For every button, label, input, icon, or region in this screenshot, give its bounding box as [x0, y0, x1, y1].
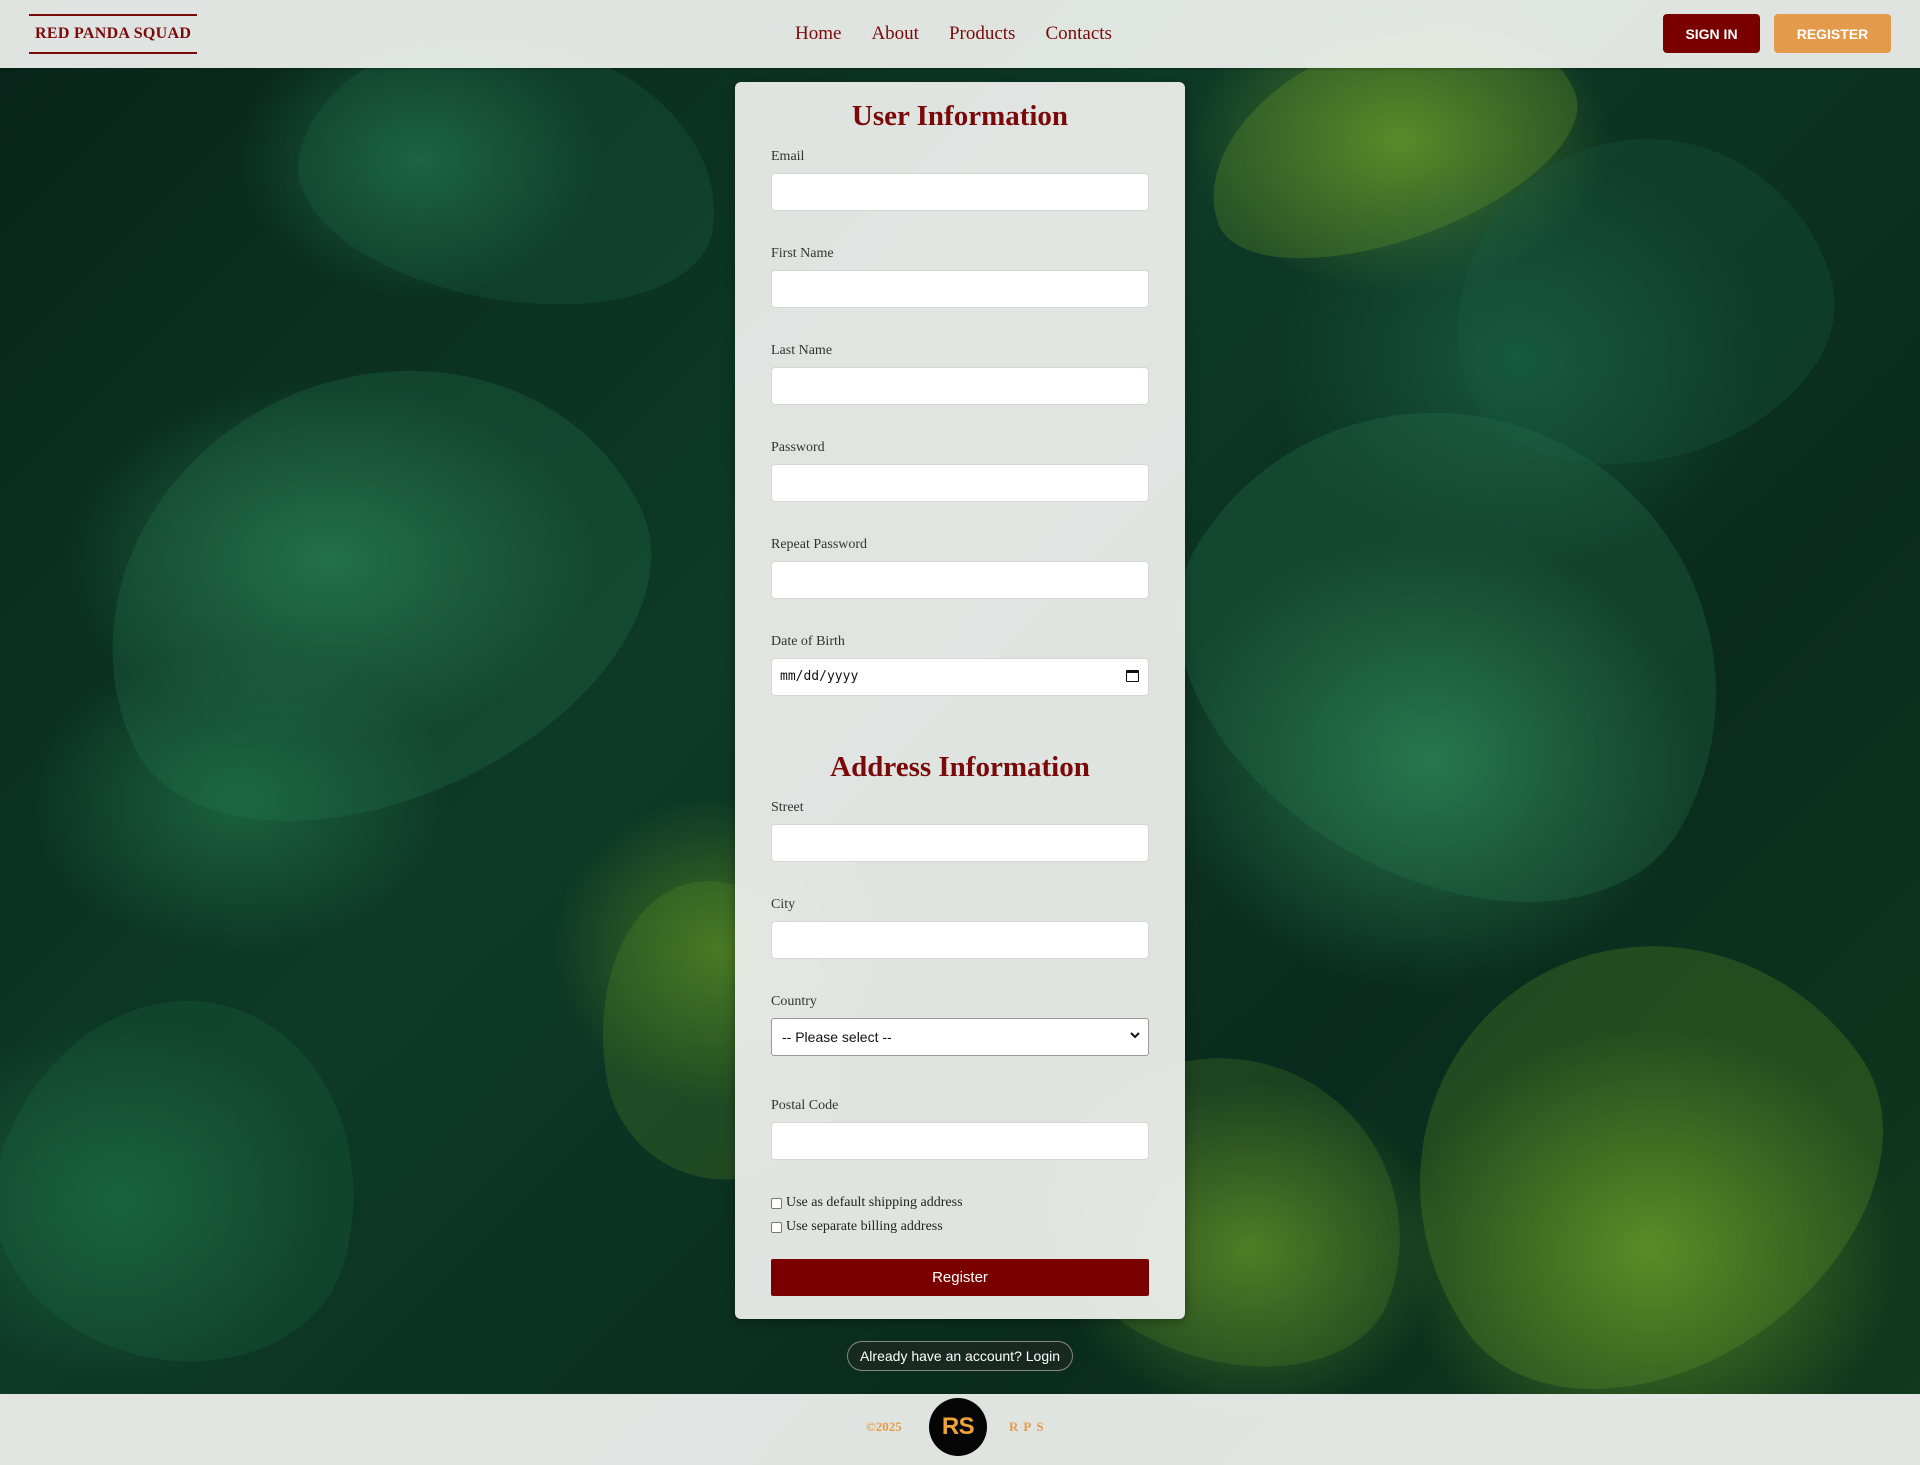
register-submit-button[interactable]: Register [771, 1259, 1149, 1296]
registration-form-card: User Information Email First Name Last N… [735, 82, 1185, 1319]
repeat-password-field[interactable] [771, 561, 1149, 599]
nav-home-link[interactable]: Home [795, 20, 841, 48]
sign-in-button[interactable]: SIGN IN [1663, 14, 1760, 53]
user-information-heading: User Information [851, 100, 1069, 132]
main-nav: Home About Products Contacts [780, 20, 1127, 48]
country-select[interactable]: -- Please select -- [771, 1018, 1149, 1056]
top-navbar: RED PANDA SQUAD Home About Products Cont… [0, 0, 1920, 68]
email-field[interactable] [771, 173, 1149, 211]
country-label: Country [771, 994, 817, 1009]
separate-billing-option[interactable]: Use separate billing address [771, 1219, 943, 1235]
city-field[interactable] [771, 921, 1149, 959]
date-of-birth-field[interactable]: mm/dd/yyyy [771, 658, 1149, 696]
footer: ©2025 RS RPS [0, 1394, 1920, 1465]
footer-tagline: RPS [1009, 1419, 1049, 1434]
nav-contacts-link[interactable]: Contacts [1045, 20, 1112, 48]
date-of-birth-label: Date of Birth [771, 634, 845, 649]
postal-code-label: Postal Code [771, 1098, 839, 1113]
last-name-field[interactable] [771, 367, 1149, 405]
nav-about-link[interactable]: About [871, 20, 919, 48]
email-label: Email [771, 149, 805, 164]
city-label: City [771, 897, 796, 912]
separate-billing-checkbox[interactable] [771, 1221, 782, 1233]
nav-products-link[interactable]: Products [949, 20, 1016, 48]
default-shipping-checkbox[interactable] [771, 1197, 782, 1209]
date-placeholder: mm/dd/yyyy [780, 669, 859, 684]
first-name-field[interactable] [771, 270, 1149, 308]
default-shipping-option[interactable]: Use as default shipping address [771, 1195, 963, 1211]
address-information-heading: Address Information [830, 751, 1090, 783]
copyright-text: ©2025 [866, 1419, 902, 1434]
site-logo[interactable]: RED PANDA SQUAD [29, 14, 198, 54]
last-name-label: Last Name [771, 343, 833, 358]
street-field[interactable] [771, 824, 1149, 862]
repeat-password-label: Repeat Password [771, 537, 868, 552]
password-label: Password [771, 440, 825, 455]
login-link[interactable]: Already have an account? Login [847, 1341, 1073, 1371]
password-field[interactable] [771, 464, 1149, 502]
calendar-icon[interactable] [1126, 670, 1139, 682]
default-shipping-label: Use as default shipping address [786, 1195, 963, 1210]
separate-billing-label: Use separate billing address [786, 1219, 943, 1234]
street-label: Street [771, 800, 804, 815]
footer-logo: RS [929, 1398, 987, 1456]
first-name-label: First Name [771, 246, 834, 261]
country-selected-value: -- Please select -- [782, 1029, 892, 1045]
postal-code-field[interactable] [771, 1122, 1149, 1160]
chevron-down-icon [1130, 1032, 1140, 1039]
register-nav-button[interactable]: REGISTER [1774, 14, 1891, 53]
